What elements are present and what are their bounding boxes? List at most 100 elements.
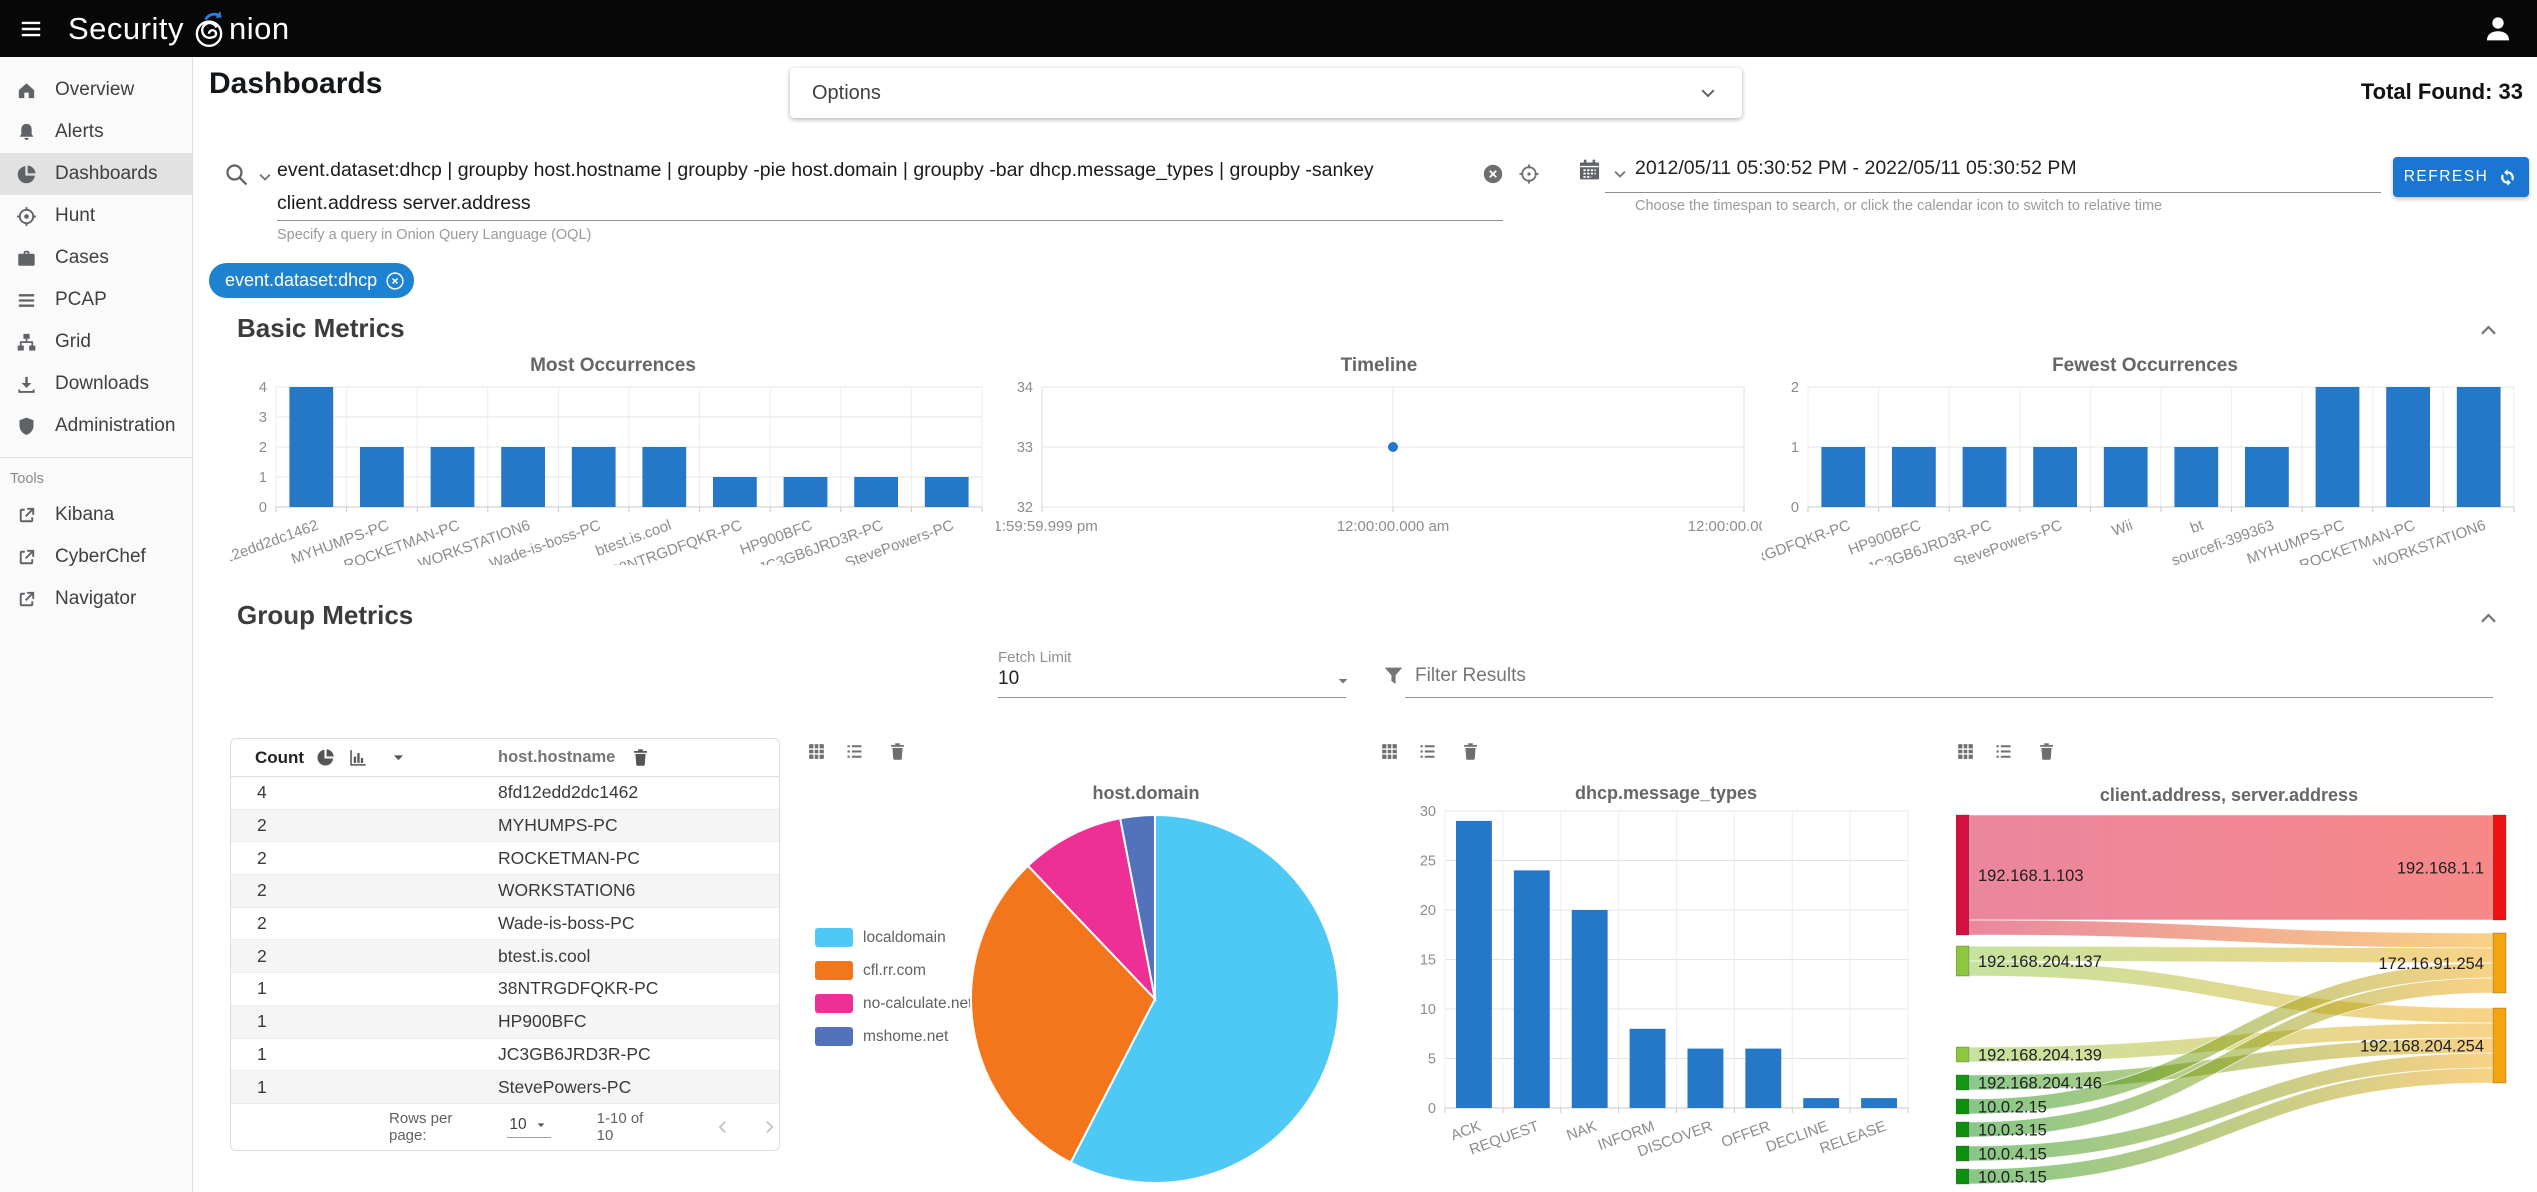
sidebar-item-hunt[interactable]: Hunt <box>0 195 192 237</box>
legend-label: no-calculate.net <box>863 994 973 1012</box>
clear-query-icon[interactable] <box>1481 162 1505 186</box>
home-icon <box>18 82 35 98</box>
list-view-icon[interactable] <box>844 741 865 762</box>
pie-chart-icon <box>17 164 36 183</box>
chart-title: Most Occurrences <box>530 355 696 376</box>
legend-item[interactable]: mshome.net <box>815 1020 972 1053</box>
trash-icon[interactable] <box>1460 741 1481 762</box>
sidebar-item-dashboards[interactable]: Dashboards <box>0 153 192 195</box>
svg-text:2: 2 <box>1791 380 1799 396</box>
host-domain-pie-chart[interactable] <box>965 809 1345 1189</box>
sidebar-divider <box>0 457 192 458</box>
pie-legend: localdomain cfl.rr.com no-calculate.net … <box>815 921 972 1053</box>
table-row[interactable]: 1 38NTRGDFQKR-PC <box>231 973 779 1006</box>
timeline-chart[interactable]: Timeline 32 33 34 11:59:59.999 pm 12:00:00.0… <box>986 355 1800 567</box>
fetch-limit-underline <box>998 697 1346 698</box>
trash-icon[interactable] <box>2036 741 2057 762</box>
pie-chart-toggle-icon[interactable] <box>315 747 336 768</box>
svg-text:33: 33 <box>1017 440 1033 456</box>
list-view-icon[interactable] <box>1993 741 2014 762</box>
svg-text:OFFER: OFFER <box>1719 1118 1773 1151</box>
sidebar-tool-kibana[interactable]: Kibana <box>0 494 192 536</box>
bar-chart-toggle-icon[interactable] <box>347 747 368 768</box>
external-link-icon <box>19 591 35 606</box>
options-panel[interactable]: Options <box>790 68 1742 118</box>
sidebar-item-downloads[interactable]: Downloads <box>0 363 192 405</box>
table-row[interactable]: 2 Wade-is-boss-PC <box>231 908 779 941</box>
hostname-cell: MYHUMPS-PC <box>498 815 618 836</box>
table-row[interactable]: 2 ROCKETMAN-PC <box>231 842 779 876</box>
legend-item[interactable]: localdomain <box>815 921 972 954</box>
chip-close-icon[interactable] <box>384 270 406 292</box>
dhcp-message-types-bar-chart[interactable]: 051015202530ACKREQUEST NAKINFORMDISCOVER O… <box>1405 801 1920 1192</box>
client-server-sankey-chart[interactable]: 192.168.1.103 192.168.204.137 192.168.204.… <box>1956 803 2508 1192</box>
sidebar-item-administration[interactable]: Administration <box>0 405 192 447</box>
sort-caret-icon[interactable] <box>388 747 409 768</box>
trash-icon[interactable] <box>887 741 908 762</box>
hostname-cell: 38NTRGDFQKR-PC <box>498 978 659 999</box>
main-content: Dashboards Options Total Found: 33 event… <box>193 57 2537 1192</box>
legend-item[interactable]: cfl.rr.com <box>815 954 972 987</box>
timerange-chevron-icon[interactable] <box>1610 164 1630 184</box>
count-cell: 1 <box>257 1043 267 1064</box>
rows-per-page-select[interactable]: 10 <box>507 1116 551 1138</box>
list-view-icon[interactable] <box>1417 741 1438 762</box>
table-row[interactable]: 1 StevePowers-PC <box>231 1071 779 1104</box>
table-row[interactable]: 1 HP900BFC <box>231 1005 779 1039</box>
sidebar-tool-navigator[interactable]: Navigator <box>0 578 192 620</box>
most-occurrences-chart[interactable]: Most Occurrences 0 1 2 3 4 8fd12edd2dc1462 MYH… <box>202 355 996 580</box>
table-row[interactable]: 2 MYHUMPS-PC <box>231 809 779 843</box>
table-view-icon[interactable] <box>806 741 827 762</box>
filter-results-input[interactable] <box>1415 665 2465 687</box>
timerange-input[interactable]: 2012/05/11 05:30:52 PM - 2022/05/11 05:3… <box>1635 157 2077 180</box>
collapse-basic-metrics-icon[interactable] <box>2475 317 2502 344</box>
svg-text:192.168.204.137: 192.168.204.137 <box>1978 953 2102 971</box>
sidebar-item-pcap[interactable]: PCAP <box>0 279 192 321</box>
chart-title: Fewest Occurrences <box>2052 355 2238 376</box>
filter-chip[interactable]: event.dataset:dhcp <box>209 263 415 298</box>
tools-section-label: Tools <box>10 471 44 487</box>
hostname-cell: ROCKETMAN-PC <box>498 847 640 868</box>
refresh-button[interactable]: REFRESH <box>2393 157 2529 197</box>
refresh-icon <box>2501 168 2515 186</box>
legend-swatch <box>815 994 853 1013</box>
crosshair-icon[interactable] <box>1517 162 1541 186</box>
bar-toolbar <box>1379 741 1481 762</box>
sidebar-item-label: Downloads <box>55 373 149 394</box>
sidebar-tools: Kibana CyberChef Navigator <box>0 494 192 620</box>
timeline-scatter-chart[interactable]: 32 33 34 11:59:59.999 pm 12:00:00.000 am 12:0… <box>986 379 1800 565</box>
sidebar: Overview Alerts Dashboards Hunt Cases PC… <box>0 57 193 1192</box>
sidebar-tool-cyberchef[interactable]: CyberChef <box>0 536 192 578</box>
sidebar-item-overview[interactable]: Overview <box>0 69 192 111</box>
table-row[interactable]: 2 btest.is.cool <box>231 940 779 974</box>
table-row[interactable]: 2 WORKSTATION6 <box>231 875 779 908</box>
fetch-limit-caret-icon[interactable] <box>1333 671 1353 691</box>
sidebar-item-alerts[interactable]: Alerts <box>0 111 192 153</box>
calendar-icon[interactable] <box>1576 156 1603 183</box>
legend-item[interactable]: no-calculate.net <box>815 987 972 1020</box>
svg-text:10.0.2.15: 10.0.2.15 <box>1978 1099 2047 1117</box>
hostname-column-header[interactable]: host.hostname <box>498 748 615 767</box>
table-row[interactable]: 4 8fd12edd2dc1462 <box>231 777 779 810</box>
sidebar-item-cases[interactable]: Cases <box>0 237 192 279</box>
svg-text:192.168.204.139: 192.168.204.139 <box>1978 1047 2102 1065</box>
shield-icon <box>19 417 34 435</box>
query-input[interactable]: event.dataset:dhcp | groupby host.hostna… <box>277 154 1457 220</box>
next-page-icon[interactable] <box>759 1116 779 1138</box>
collapse-group-metrics-icon[interactable] <box>2475 605 2502 632</box>
chevron-down-icon <box>1701 89 1715 98</box>
trash-icon[interactable] <box>630 747 651 768</box>
table-view-icon[interactable] <box>1379 741 1400 762</box>
sidebar-item-grid[interactable]: Grid <box>0 321 192 363</box>
query-history-chevron-icon[interactable] <box>255 167 275 187</box>
table-row[interactable]: 1 JC3GB6JRD3R-PC <box>231 1039 779 1072</box>
table-view-icon[interactable] <box>1955 741 1976 762</box>
fewest-occurrences-bar-chart[interactable]: 01238NTRGDFQKR-PCHP900BFCJC3GB6JRD3R-PCS… <box>1718 379 2528 580</box>
menu-icon[interactable] <box>8 6 54 52</box>
user-avatar-icon[interactable] <box>2481 12 2515 46</box>
fewest-occurrences-chart[interactable]: Fewest Occurrences 0 1 2 38NTRGDFQKR-PC HP90… <box>1718 355 2528 580</box>
previous-page-icon[interactable] <box>713 1116 733 1138</box>
fetch-limit-select[interactable]: 10 <box>998 668 1019 690</box>
count-column-header[interactable]: Count <box>255 748 304 768</box>
most-occurrences-bar-chart[interactable]: 012348fd12edd2dc1462MYHUMPS-PCROCKETMAN-… <box>202 379 996 580</box>
